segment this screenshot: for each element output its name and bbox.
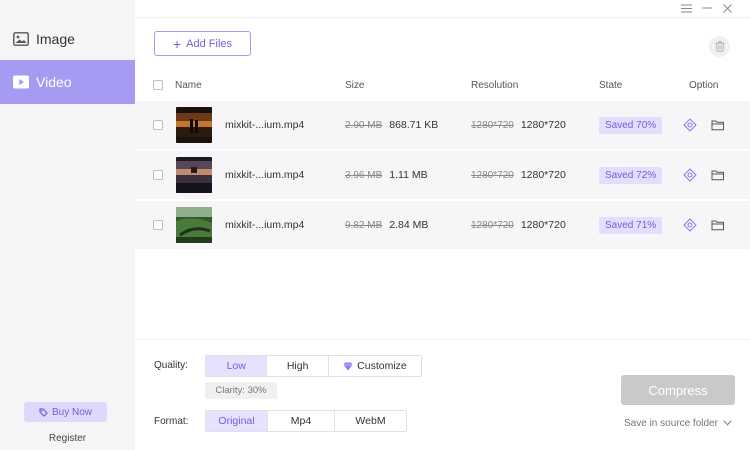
new-resolution: 1280*720 <box>520 119 566 131</box>
buy-now-button[interactable]: Buy Now <box>24 402 107 422</box>
table-row: mixkit-...ium.mp4 9.82 MB 2.84 MB 1280*7… <box>135 201 750 249</box>
column-header-state: State <box>599 79 623 91</box>
original-resolution: 1280*720 <box>471 119 514 131</box>
customize-label: Customize <box>357 360 407 372</box>
video-icon <box>13 75 29 89</box>
compressed-size: 868.71 KB <box>389 119 439 131</box>
row-checkbox[interactable] <box>153 170 163 180</box>
sidebar-item-video[interactable]: Video <box>0 60 135 104</box>
select-all-checkbox[interactable] <box>153 80 163 90</box>
table-row: mixkit-...ium.mp4 3.96 MB 1.11 MB 1280*7… <box>135 151 750 199</box>
quality-option-low[interactable]: Low <box>206 356 268 376</box>
original-resolution: 1280*720 <box>471 219 514 231</box>
sidebar-item-label: Image <box>36 31 75 47</box>
table-row: mixkit-...ium.mp4 2.90 MB 868.71 KB 1280… <box>135 101 750 149</box>
sidebar-item-image[interactable]: Image <box>0 17 135 61</box>
register-link[interactable]: Register <box>0 433 135 444</box>
save-location-label: Save in source folder <box>624 417 718 429</box>
quality-option-customize[interactable]: Customize <box>328 356 421 376</box>
video-thumbnail <box>176 157 212 193</box>
open-folder-icon[interactable] <box>710 217 726 233</box>
column-header-name: Name <box>175 79 202 91</box>
divider <box>135 339 750 340</box>
sidebar: Image Video Buy Now Register <box>0 0 135 450</box>
file-name: mixkit-...ium.mp4 <box>225 219 305 231</box>
trash-icon[interactable] <box>709 36 730 57</box>
column-header-resolution: Resolution <box>471 79 519 91</box>
compressed-size: 1.11 MB <box>389 169 428 181</box>
buy-now-label: Buy Now <box>51 406 92 418</box>
original-resolution: 1280*720 <box>471 169 514 181</box>
image-icon <box>13 32 29 46</box>
video-thumbnail <box>176 107 212 143</box>
preview-eye-icon[interactable] <box>682 217 698 233</box>
video-thumbnail <box>176 207 212 243</box>
chevron-down-icon <box>723 420 732 426</box>
status-badge: Saved 71% <box>599 216 663 234</box>
preview-eye-icon[interactable] <box>682 117 698 133</box>
compressed-size: 2.84 MB <box>389 219 429 231</box>
minimize-icon[interactable] <box>700 1 714 15</box>
column-header-size: Size <box>345 79 365 91</box>
new-resolution: 1280*720 <box>520 219 566 231</box>
quality-option-high[interactable]: High <box>267 356 329 376</box>
open-folder-icon[interactable] <box>710 167 726 183</box>
close-icon[interactable] <box>720 1 734 15</box>
sidebar-item-label: Video <box>36 74 72 90</box>
add-files-button[interactable]: + Add Files <box>154 31 251 56</box>
original-size: 9.82 MB <box>345 219 383 231</box>
original-size: 2.90 MB <box>345 119 383 131</box>
clarity-indicator: Clarity: 30% <box>205 382 277 399</box>
quality-label: Quality: <box>154 360 188 371</box>
compress-button[interactable]: Compress <box>621 375 735 405</box>
table-header: Name Size Resolution State Option <box>135 74 750 96</box>
format-option-original[interactable]: Original <box>206 411 268 431</box>
format-option-webm[interactable]: WebM <box>335 411 406 431</box>
add-files-label: Add Files <box>186 37 233 50</box>
status-badge: Saved 70% <box>599 116 663 134</box>
format-selector: Original Mp4 WebM <box>205 410 407 432</box>
preview-eye-icon[interactable] <box>682 167 698 183</box>
diamond-icon <box>343 362 353 371</box>
quality-selector: Low High Customize <box>205 355 422 377</box>
tag-icon <box>39 407 48 417</box>
file-name: mixkit-...ium.mp4 <box>225 169 305 181</box>
plus-icon: + <box>172 35 182 52</box>
format-option-mp4[interactable]: Mp4 <box>268 411 335 431</box>
open-folder-icon[interactable] <box>710 117 726 133</box>
row-checkbox[interactable] <box>153 220 163 230</box>
divider <box>135 17 750 18</box>
original-size: 3.96 MB <box>345 169 383 181</box>
column-header-option: Option <box>689 79 719 91</box>
format-label: Format: <box>154 416 189 427</box>
file-name: mixkit-...ium.mp4 <box>225 119 305 131</box>
status-badge: Saved 72% <box>599 166 663 184</box>
new-resolution: 1280*720 <box>520 169 566 181</box>
row-checkbox[interactable] <box>153 120 163 130</box>
menu-icon[interactable] <box>679 1 693 15</box>
save-location-dropdown[interactable]: Save in source folder <box>624 416 732 430</box>
